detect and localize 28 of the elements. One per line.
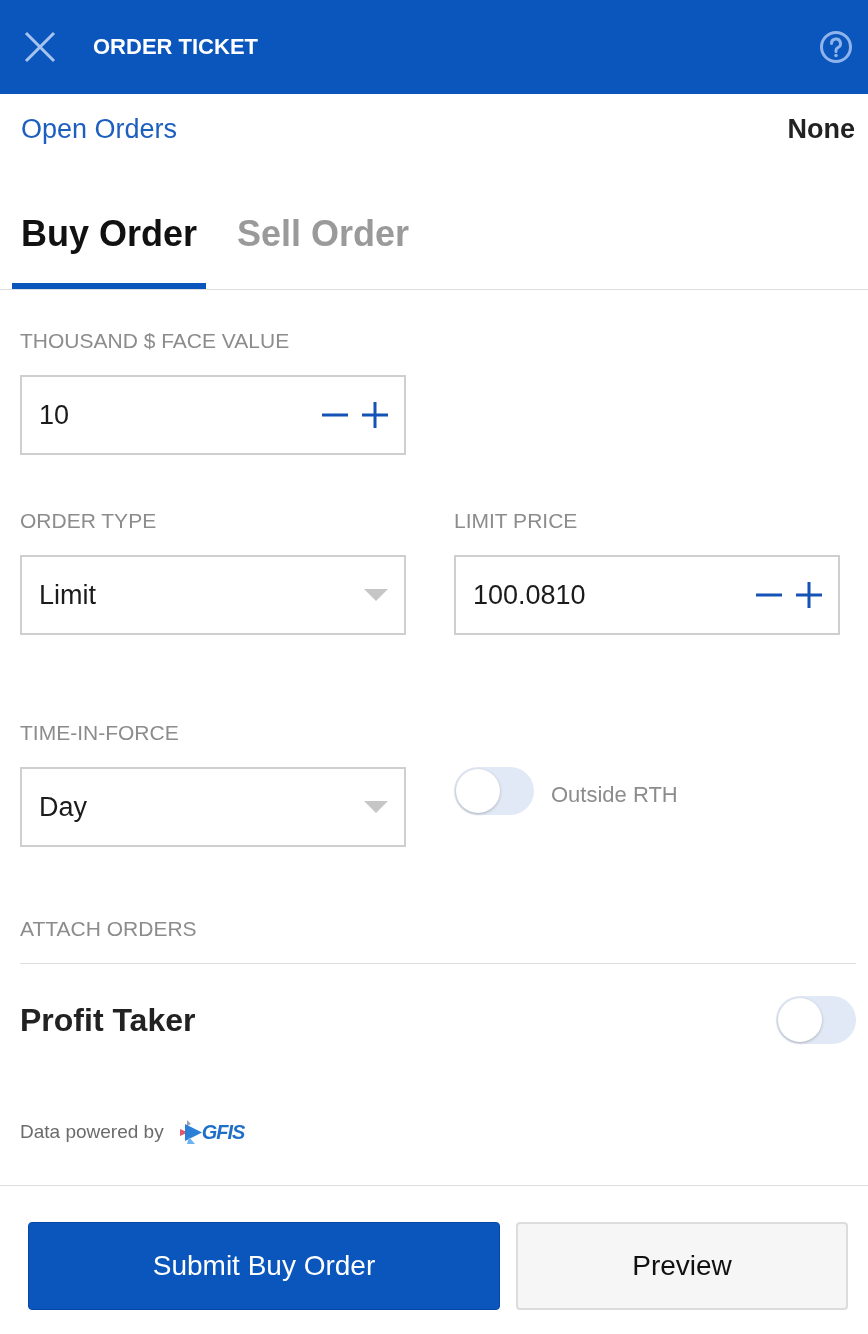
screen-title: ORDER TICKET	[93, 33, 259, 61]
order-tab[interactable]: Buy Order	[12, 180, 207, 289]
field-label: TIME-IN-FORCE	[20, 720, 179, 746]
field-label: LIMIT PRICE	[454, 508, 578, 534]
plus-icon[interactable]	[796, 582, 822, 608]
attach-order-label: Profit Taker	[20, 1001, 196, 1040]
number-field[interactable]: 10	[20, 375, 406, 455]
preview-button[interactable]: Preview	[516, 1222, 848, 1310]
section-heading: ATTACH ORDERS	[20, 915, 856, 964]
help-icon[interactable]	[820, 31, 852, 63]
field-label: ORDER TYPE	[20, 508, 157, 534]
toggle-label: Outside RTH	[551, 781, 678, 809]
number-field[interactable]: 100.0810	[454, 555, 840, 635]
toggle-switch[interactable]	[454, 767, 534, 815]
field-label: THOUSAND $ FACE VALUE	[20, 328, 290, 354]
open-orders-link[interactable]: Open Orders	[21, 112, 178, 146]
logo-wordmark: GFIS	[201, 1120, 245, 1144]
caret-icon	[364, 801, 388, 813]
dropdown[interactable]: Limit	[20, 555, 406, 635]
triangles-logo-icon	[179, 1120, 202, 1144]
close-icon[interactable]	[24, 31, 56, 63]
toggle-switch[interactable]	[776, 996, 856, 1044]
plus-icon[interactable]	[362, 402, 388, 428]
attribution-text: Data powered by	[20, 1120, 164, 1144]
caret-icon	[364, 589, 388, 601]
dropdown[interactable]: Day	[20, 767, 406, 847]
open-orders-count: None	[787, 113, 855, 146]
submit-button[interactable]: Submit Buy Order	[28, 1222, 500, 1310]
